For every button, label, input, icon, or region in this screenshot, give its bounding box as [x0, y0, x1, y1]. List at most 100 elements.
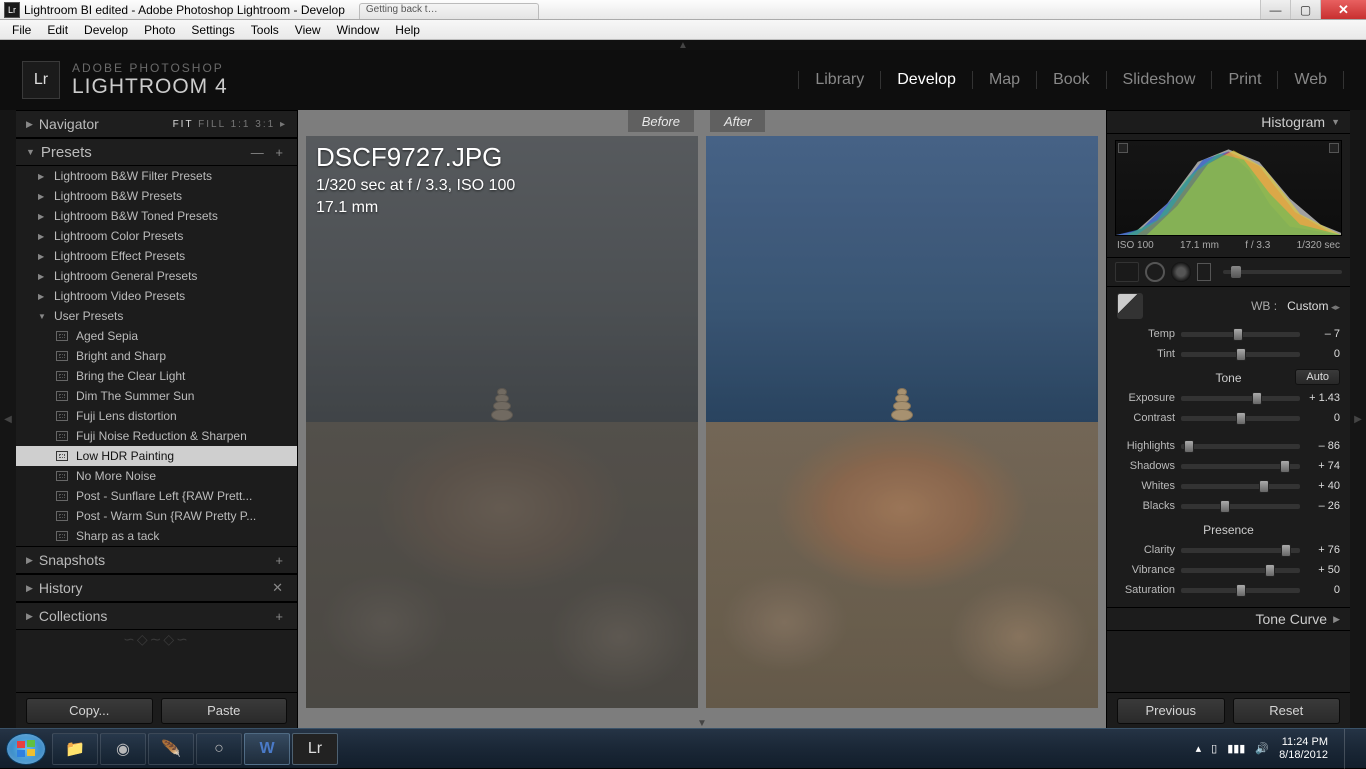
- spot-tool-icon[interactable]: [1145, 262, 1165, 282]
- taskbar-lightroom-icon[interactable]: Lr: [292, 733, 338, 765]
- browser-tab[interactable]: Getting back t…: [359, 3, 539, 19]
- preset-group[interactable]: ▶Lightroom B&W Toned Presets: [16, 206, 297, 226]
- preset-group-user[interactable]: ▼User Presets: [16, 306, 297, 326]
- module-slideshow[interactable]: Slideshow: [1107, 71, 1213, 89]
- taskbar-explorer-icon[interactable]: 📁: [52, 733, 98, 765]
- preset-item[interactable]: Post - Sunflare Left {RAW Prett...: [16, 486, 297, 506]
- histogram[interactable]: [1115, 140, 1342, 236]
- window-title: Lightroom BI edited - Adobe Photoshop Li…: [24, 3, 345, 17]
- module-library[interactable]: Library: [798, 71, 881, 89]
- menu-tools[interactable]: Tools: [243, 23, 287, 37]
- menu-develop[interactable]: Develop: [76, 23, 136, 37]
- show-desktop-button[interactable]: [1344, 729, 1354, 769]
- preset-group[interactable]: ▶Lightroom General Presets: [16, 266, 297, 286]
- menu-help[interactable]: Help: [387, 23, 428, 37]
- presets-header[interactable]: ▼ Presets — +: [16, 138, 297, 166]
- menu-photo[interactable]: Photo: [136, 23, 183, 37]
- preset-item[interactable]: Fuji Noise Reduction & Sharpen: [16, 426, 297, 446]
- collapse-icon: ▼: [26, 147, 35, 157]
- filmstrip-toggle[interactable]: ▼: [298, 718, 1106, 728]
- whites-slider[interactable]: Whites+ 40: [1117, 477, 1340, 495]
- menu-edit[interactable]: Edit: [39, 23, 76, 37]
- before-image[interactable]: DSCF9727.JPG 1/320 sec at f / 3.3, ISO 1…: [306, 136, 698, 708]
- copy-button[interactable]: Copy...: [26, 698, 153, 724]
- minimize-button[interactable]: —: [1260, 0, 1290, 19]
- module-map[interactable]: Map: [973, 71, 1037, 89]
- preset-item-selected[interactable]: Low HDR Painting: [16, 446, 297, 466]
- presence-section: Presence: [1117, 523, 1340, 537]
- preset-item[interactable]: Dim The Summer Sun: [16, 386, 297, 406]
- right-edge-toggle[interactable]: ▶: [1350, 110, 1366, 728]
- previous-button[interactable]: Previous: [1117, 698, 1225, 724]
- compare-view: Before After DSCF9727.JPG 1/320 sec at f…: [298, 110, 1106, 728]
- tonecurve-header[interactable]: Tone Curve▶: [1107, 607, 1350, 631]
- preset-group[interactable]: ▶Lightroom B&W Filter Presets: [16, 166, 297, 186]
- maximize-button[interactable]: ▢: [1290, 0, 1320, 19]
- history-header[interactable]: ▶History✕: [16, 574, 297, 602]
- menu-settings[interactable]: Settings: [183, 23, 242, 37]
- menu-file[interactable]: File: [4, 23, 39, 37]
- battery-icon[interactable]: ▯: [1211, 742, 1217, 755]
- left-edge-toggle[interactable]: ◀: [0, 110, 16, 728]
- basic-panel: WB : Custom Temp– 7 Tint0 ToneAuto Expos…: [1107, 287, 1350, 603]
- browser-tabstrip: Getting back t…: [359, 0, 1260, 19]
- shadows-slider[interactable]: Shadows+ 74: [1117, 457, 1340, 475]
- reset-button[interactable]: Reset: [1233, 698, 1341, 724]
- clock[interactable]: 11:24 PM8/18/2012: [1279, 736, 1328, 762]
- tray-expand-icon[interactable]: ▴: [1196, 742, 1202, 755]
- close-button[interactable]: ✕: [1320, 0, 1366, 19]
- preset-item[interactable]: Bright and Sharp: [16, 346, 297, 366]
- taskbar-app-icon[interactable]: 🪶: [148, 733, 194, 765]
- redeye-tool-icon[interactable]: [1171, 262, 1191, 282]
- preset-group[interactable]: ▶Lightroom B&W Presets: [16, 186, 297, 206]
- presets-tools[interactable]: — +: [251, 145, 287, 160]
- navigator-zoom-options[interactable]: FIT FILL 1:1 3:1 ▸: [173, 119, 287, 130]
- preset-item[interactable]: Post - Warm Sun {RAW Pretty P...: [16, 506, 297, 526]
- top-panel-toggle[interactable]: ▲: [0, 40, 1366, 50]
- paste-button[interactable]: Paste: [161, 698, 288, 724]
- preset-item[interactable]: Bring the Clear Light: [16, 366, 297, 386]
- navigator-header[interactable]: ▶ Navigator FIT FILL 1:1 3:1 ▸: [16, 110, 297, 138]
- crop-tool-icon[interactable]: [1115, 262, 1139, 282]
- preset-item[interactable]: Sharp as a tack: [16, 526, 297, 546]
- taskbar-chrome-icon[interactable]: ◉: [100, 733, 146, 765]
- taskbar-word-icon[interactable]: W: [244, 733, 290, 765]
- menu-view[interactable]: View: [287, 23, 329, 37]
- highlights-slider[interactable]: Highlights– 86: [1117, 437, 1340, 455]
- tint-slider[interactable]: Tint0: [1117, 345, 1340, 363]
- blacks-slider[interactable]: Blacks– 26: [1117, 497, 1340, 515]
- auto-tone-button[interactable]: Auto: [1295, 369, 1340, 385]
- histogram-header[interactable]: Histogram▼: [1107, 110, 1350, 134]
- contrast-slider[interactable]: Contrast0: [1117, 409, 1340, 427]
- module-print[interactable]: Print: [1212, 71, 1278, 89]
- wb-dropdown[interactable]: Custom: [1287, 299, 1340, 313]
- identity-plate-row: Lr ADOBE PHOTOSHOP LIGHTROOM 4 Library D…: [0, 50, 1366, 110]
- preset-group[interactable]: ▶Lightroom Color Presets: [16, 226, 297, 246]
- after-image[interactable]: [706, 136, 1098, 708]
- preset-group[interactable]: ▶Lightroom Effect Presets: [16, 246, 297, 266]
- saturation-slider[interactable]: Saturation0: [1117, 581, 1340, 599]
- exposure-slider[interactable]: Exposure+ 1.43: [1117, 389, 1340, 407]
- before-label: Before: [628, 110, 694, 132]
- after-label: After: [710, 110, 765, 132]
- module-web[interactable]: Web: [1278, 71, 1344, 89]
- wb-eyedropper-icon[interactable]: [1117, 293, 1143, 319]
- gradient-tool-icon[interactable]: [1197, 263, 1211, 281]
- volume-icon[interactable]: 🔊: [1255, 742, 1269, 755]
- clarity-slider[interactable]: Clarity+ 76: [1117, 541, 1340, 559]
- preset-item[interactable]: Fuji Lens distortion: [16, 406, 297, 426]
- menu-window[interactable]: Window: [329, 23, 388, 37]
- module-develop[interactable]: Develop: [881, 71, 973, 89]
- temp-slider[interactable]: Temp– 7: [1117, 325, 1340, 343]
- preset-item[interactable]: No More Noise: [16, 466, 297, 486]
- snapshots-header[interactable]: ▶Snapshots+: [16, 546, 297, 574]
- taskbar-app-icon[interactable]: ○: [196, 733, 242, 765]
- preset-group[interactable]: ▶Lightroom Video Presets: [16, 286, 297, 306]
- preset-item[interactable]: Aged Sepia: [16, 326, 297, 346]
- collections-header[interactable]: ▶Collections+: [16, 602, 297, 630]
- brush-size-slider[interactable]: [1223, 270, 1342, 274]
- start-button[interactable]: [6, 733, 46, 765]
- module-book[interactable]: Book: [1037, 71, 1106, 89]
- wifi-icon[interactable]: ▮▮▮: [1227, 742, 1245, 755]
- vibrance-slider[interactable]: Vibrance+ 50: [1117, 561, 1340, 579]
